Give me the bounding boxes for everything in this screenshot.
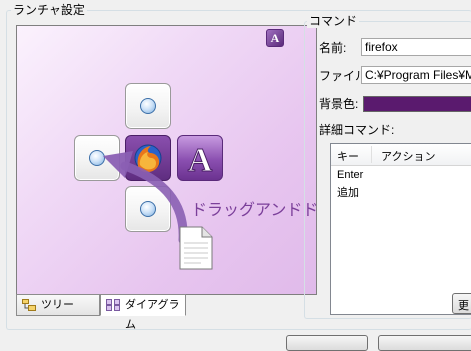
tree-icon — [22, 299, 36, 311]
tab-diagram-label: ダイアグラム — [125, 299, 180, 331]
diagram-icon — [106, 299, 120, 311]
name-label: 名前: — [319, 41, 347, 55]
tab-tree[interactable]: ツリー — [16, 294, 100, 316]
detail-command-list[interactable]: キー アクション Enter 追加 — [330, 143, 471, 315]
dialog-button-right[interactable] — [378, 335, 471, 351]
list-row[interactable]: Enter — [331, 169, 471, 184]
column-divider — [371, 146, 372, 163]
name-field[interactable]: firefox — [361, 38, 471, 56]
drag-arrow-icon — [103, 151, 188, 245]
file-path-field[interactable]: C:¥Program Files¥Mo — [361, 66, 471, 84]
column-header-action[interactable]: アクション — [381, 148, 435, 164]
tab-tree-label: ツリー — [41, 299, 74, 311]
update-button[interactable]: 更 — [452, 293, 471, 314]
column-header-key[interactable]: キー — [337, 148, 359, 164]
row-key: Enter — [337, 169, 364, 181]
background-color-label: 背景色: — [319, 97, 359, 111]
detail-command-label: 詳細コマンド: — [319, 123, 395, 137]
list-row[interactable]: 追加 — [331, 184, 471, 199]
background-color-swatch[interactable] — [363, 96, 471, 112]
diagram-canvas[interactable]: A A ドラッグアンドドロップ — [16, 25, 317, 295]
list-header: キー アクション — [331, 144, 471, 166]
row-key: 追加 — [337, 187, 359, 199]
document-file-icon — [179, 226, 213, 270]
command-group-title: コマンド — [307, 14, 360, 28]
launcher-settings-title: ランチャ設定 — [11, 3, 87, 17]
update-button-label: 更 — [458, 300, 469, 312]
drag-drop-hint: ドラッグアンドドロップ — [191, 202, 317, 219]
tab-diagram[interactable]: ダイアグラム — [100, 294, 186, 331]
dialog-button-left[interactable] — [286, 335, 368, 351]
